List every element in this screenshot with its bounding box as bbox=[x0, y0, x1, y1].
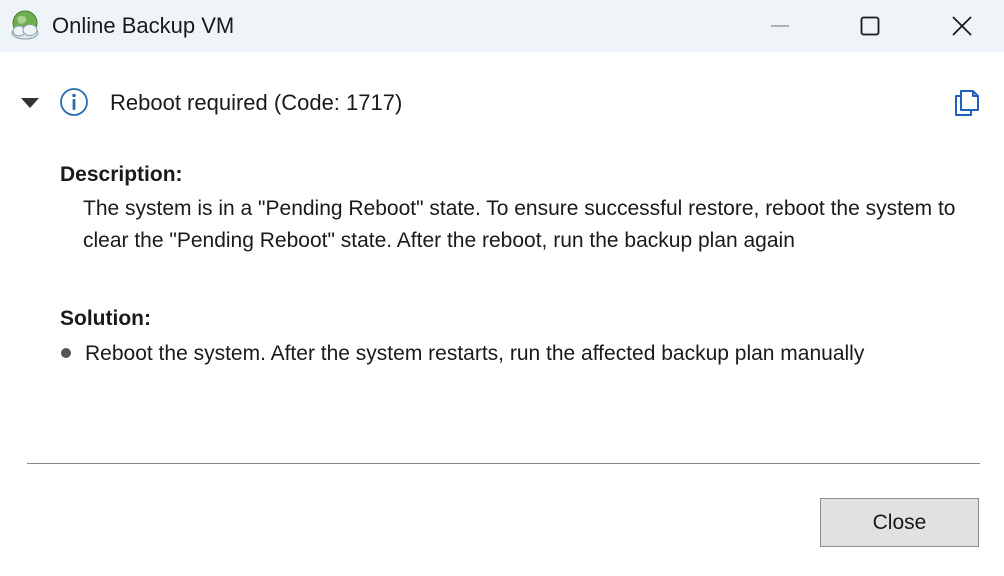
close-button[interactable]: Close bbox=[820, 498, 979, 547]
cloud-globe-icon bbox=[11, 10, 39, 40]
maximize-icon bbox=[860, 16, 880, 36]
description-label: Description: bbox=[60, 163, 183, 186]
solution-item-text: Reboot the system. After the system rest… bbox=[85, 342, 865, 365]
maximize-button[interactable] bbox=[824, 0, 916, 52]
copy-icon[interactable] bbox=[952, 88, 982, 118]
close-icon bbox=[952, 16, 972, 36]
bullet-icon bbox=[61, 348, 71, 358]
dialog-window: Online Backup VM Reboot required (Code: … bbox=[0, 0, 1004, 576]
message-title: Reboot required (Code: 1717) bbox=[110, 90, 403, 115]
minimize-button[interactable] bbox=[734, 0, 826, 52]
description-text: The system is in a "Pending Reboot" stat… bbox=[83, 197, 956, 252]
title-bar[interactable]: Online Backup VM bbox=[0, 0, 1004, 52]
close-window-button[interactable] bbox=[916, 0, 1004, 52]
list-item: Reboot the system. After the system rest… bbox=[60, 339, 990, 371]
window-title: Online Backup VM bbox=[52, 13, 235, 38]
divider bbox=[27, 463, 980, 464]
minimize-icon bbox=[771, 25, 789, 27]
message-header: Reboot required (Code: 1717) bbox=[0, 78, 1004, 128]
collapse-arrow-icon[interactable] bbox=[20, 97, 40, 109]
solution-label: Solution: bbox=[60, 307, 151, 330]
info-icon bbox=[60, 88, 88, 116]
